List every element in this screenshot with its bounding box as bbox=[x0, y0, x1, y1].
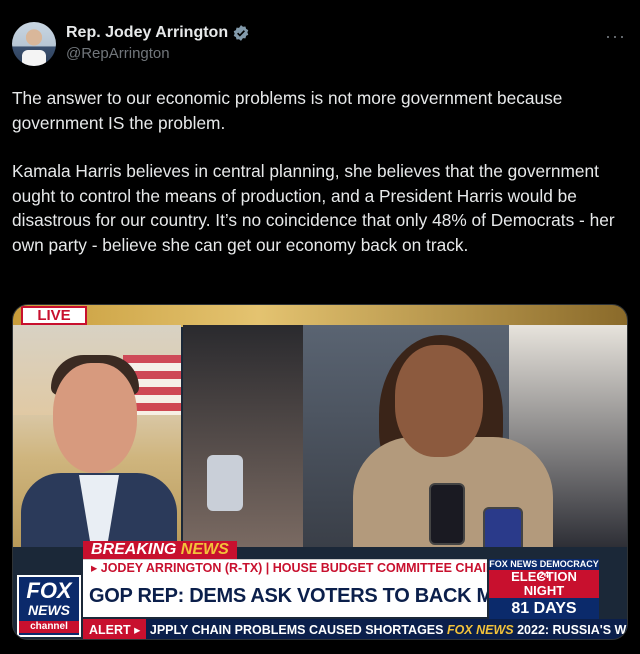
fox-logo-line2: NEWS bbox=[28, 602, 70, 618]
guest-video-panel bbox=[13, 325, 181, 547]
fox-logo-line1: FOX bbox=[26, 578, 72, 603]
guest-name-strap: ▸ JODEY ARRINGTON (R-TX) | HOUSE BUDGET … bbox=[83, 559, 487, 575]
post-text: The answer to our economic problems is n… bbox=[12, 86, 628, 257]
post-paragraph: Kamala Harris believes in central planni… bbox=[12, 161, 615, 255]
alert-ticker: ALERT ▸ JPPLY CHAIN PROBLEMS CAUSED SHOR… bbox=[83, 619, 628, 639]
news-word: NEWS bbox=[180, 541, 229, 558]
author-block: Rep. Jodey Arrington @RepArrington bbox=[66, 24, 250, 62]
alert-brand: FOX NEWS bbox=[446, 623, 514, 637]
fox-logo-line3: channel bbox=[19, 621, 79, 633]
election-countdown: FOX NEWS DEMOCRACY 24 ELECTION NIGHT 81 … bbox=[489, 559, 599, 619]
more-options-icon[interactable]: ··· bbox=[605, 26, 626, 47]
fox-news-logo: FOX NEWS channel bbox=[17, 575, 81, 637]
breaking-word: BREAKING bbox=[91, 541, 177, 558]
post-paragraph: The answer to our economic problems is n… bbox=[12, 88, 563, 133]
chyron-headline: GOP REP: DEMS ASK VOTERS TO BACK MORE OF… bbox=[83, 575, 487, 617]
avatar[interactable] bbox=[12, 22, 56, 66]
alert-label: ALERT ▸ bbox=[83, 619, 147, 639]
post-header: Rep. Jodey Arrington @RepArrington ··· bbox=[12, 20, 628, 68]
post-media-image[interactable]: LIVE BREAKING NEWS ▸ JODEY ARRINGTON (R-… bbox=[12, 304, 628, 640]
handle[interactable]: @RepArrington bbox=[66, 45, 250, 62]
display-name[interactable]: Rep. Jodey Arrington bbox=[66, 24, 228, 42]
election-days: 81 DAYS bbox=[489, 598, 599, 619]
alert-text: JPPLY CHAIN PROBLEMS CAUSED SHORTAGES bbox=[146, 623, 447, 637]
live-badge: LIVE bbox=[21, 306, 87, 325]
election-line2: NIGHT bbox=[489, 584, 599, 598]
verified-badge-icon bbox=[233, 25, 249, 41]
crowd-video-panel bbox=[183, 325, 627, 547]
scene-backdrop bbox=[13, 305, 627, 327]
election-line1: ELECTION bbox=[489, 570, 599, 584]
alert-tail: 2022: RUSSIA'S WAI bbox=[513, 623, 628, 637]
breaking-news-label: BREAKING NEWS bbox=[83, 541, 237, 559]
